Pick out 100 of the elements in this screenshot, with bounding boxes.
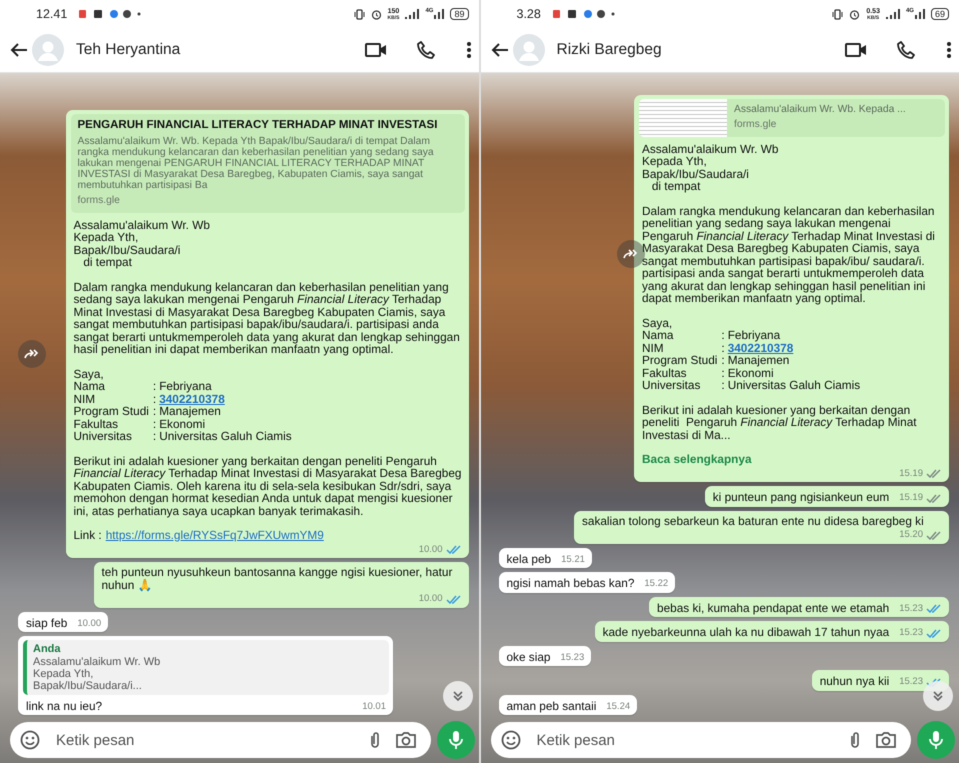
status-time: 3.28	[516, 7, 541, 21]
message-text: Assalamu'alaikum Wr. Wb Kepada Yth, Bapak/Ibu/Saudara/i di tempat	[642, 142, 780, 192]
field-value: Manajemen	[728, 354, 790, 366]
field-separator: :	[152, 392, 156, 405]
message-text: nuhun nya kii	[820, 675, 890, 688]
message-text: ngisi namah bebas kan?	[506, 577, 634, 590]
field-separator: :	[152, 430, 156, 442]
message-time: 10.01	[362, 700, 386, 713]
message-field[interactable]: Ketik pesan	[10, 722, 430, 758]
field-separator: :	[152, 418, 156, 430]
field-label: Fakultas	[74, 418, 120, 430]
microphone-button[interactable]	[917, 721, 955, 759]
alarm-icon	[370, 8, 382, 20]
more-options-icon[interactable]	[947, 42, 951, 58]
form-link[interactable]: https://forms.gle/RYSsFq7JwFXUwmYM9	[106, 528, 324, 542]
scroll-down-button[interactable]	[442, 681, 472, 711]
field-value: Ekonomi	[159, 418, 206, 430]
field-value: Febriyana	[728, 329, 780, 342]
field-label: Universitas	[74, 430, 133, 442]
field-label: NIM	[642, 342, 665, 354]
contact-name[interactable]: Rizki Baregbeg	[556, 41, 662, 59]
back-arrow-icon[interactable]	[490, 42, 508, 58]
battery-level: 69	[930, 8, 949, 20]
message-text: sakalian tolong sebarkeun ka baturan ente nu didesa baregbeg ki	[582, 514, 924, 527]
preview-domain: forms.gle	[78, 195, 121, 208]
emoji-icon[interactable]	[500, 730, 520, 750]
field-label: NIM	[74, 392, 96, 405]
message-text: Berikut ini adalah kuesioner yang berkaitan dengan peneliti Pengaruh Financial Literacy Terhadap Minat Investasi di Ma...	[642, 404, 918, 441]
phone-call-icon[interactable]	[897, 41, 915, 59]
field-separator: :	[721, 342, 725, 354]
emoji-icon[interactable]	[20, 730, 40, 750]
status-time: 12.41	[36, 7, 68, 21]
signal-icon	[434, 9, 444, 19]
microphone-icon	[929, 730, 943, 750]
field-separator: :	[152, 380, 156, 392]
field-separator: :	[721, 379, 725, 392]
message-time: 15.20	[899, 529, 923, 542]
message-text: Berikut ini adalah kuesioner yang berkaitan dengan peneliti Pengaruh Financial Literacy Terhadap Minat Investasi di Masyarakat Desa Baregbeg Kabupaten Ciamis. Oleh karena itu di sela-sela kesibukan Sdr/sdri, saya memohon dengan hormat kesedian Anda untuk dapat mengisi kuesioner ini, atas perhatianya saya ucapkan banyak terimakasih.	[74, 454, 462, 517]
camera-icon[interactable]	[394, 731, 416, 749]
message-text: teh punteun nyusuhkeun bantosanna kangge ngisi kuesioner, hatur nuhun 🙏	[102, 566, 454, 591]
message-text: Dalam rangka mendukung kelancaran dan keberhasilan penelitian yang sedang saya lakukan mengenai Pengaruh Financial Literacy Terhadap Minat Investasi di Masyarakat Desa Baregbeg Kabupaten Ciamis, saya sangat membutuhkan partisipasi bapak/ibu/saudara/i. partisipasi anda sangat berarti untukmemperoleh data yang akurat dan lengkap sehinggan hasil penelitian ini dapat memberikan manfaatn yang optimal.	[74, 280, 461, 356]
vibrate-icon	[354, 8, 365, 20]
message-input[interactable]: Ketik pesan	[534, 730, 835, 750]
forward-button[interactable]	[18, 340, 46, 368]
attach-icon[interactable]	[849, 731, 861, 749]
signal-icon	[914, 9, 925, 19]
message-text: Assalamu'alaikum Wr. Wb Kepada Yth, Bapak/Ibu/Saudara/i di tempat	[74, 218, 211, 268]
field-separator: :	[721, 354, 725, 366]
message-time: 15.23	[899, 602, 923, 615]
field-separator: :	[721, 329, 725, 342]
message-time: 10.00	[418, 593, 442, 606]
attach-icon[interactable]	[368, 731, 380, 749]
message-text: oke siap	[506, 650, 550, 663]
forward-icon	[622, 249, 638, 259]
field-value: Universitas Galuh Ciamis	[728, 379, 860, 392]
message-time: 15.23	[560, 652, 584, 664]
field-separator: :	[721, 366, 725, 379]
signal-icon	[886, 9, 900, 19]
more-options-icon[interactable]	[466, 42, 470, 58]
video-call-icon[interactable]	[364, 43, 386, 57]
video-call-icon[interactable]	[845, 43, 867, 57]
message-time: 15.19	[899, 492, 923, 504]
message-text: siap feb	[26, 616, 68, 629]
chevron-down-icon	[452, 690, 464, 702]
vibrate-icon	[832, 8, 844, 20]
message-time: 15.23	[899, 676, 923, 688]
phone-call-icon[interactable]	[416, 41, 434, 59]
microphone-button[interactable]	[436, 721, 474, 759]
field-value: Universitas Galuh Ciamis	[159, 430, 292, 442]
message-text: aman peb santaii	[506, 700, 596, 712]
message-time: 15.22	[644, 578, 668, 590]
link-preview[interactable]: Assalamu'alaikum Wr. Wb. Kepada ... forms.gle	[639, 99, 945, 136]
field-label: Universitas	[642, 379, 702, 392]
notification-icons-drawing	[552, 9, 615, 19]
forward-icon	[24, 348, 40, 358]
field-value: Manajemen	[159, 405, 221, 418]
message-text: Saya,	[74, 368, 105, 380]
read-more-link[interactable]: Baca selengkapnya	[642, 452, 752, 466]
preview-description: Assalamu'alaikum Wr. Wb. Kepada ...	[734, 104, 906, 115]
notification-icons-drawing	[79, 9, 142, 19]
message-text: ki punteun pang ngisiankeun eum	[712, 491, 890, 504]
microphone-icon	[448, 730, 462, 750]
field-label: Program Studi	[642, 354, 718, 366]
back-arrow-icon[interactable]	[10, 42, 28, 58]
quoted-message[interactable]: Anda Assalamu'alaikum Wr. Wb Kepada Yth, Bapak/Ibu/Saudara/i...	[23, 640, 389, 694]
quote-text: Assalamu'alaikum Wr. Wb Kepada Yth, Bapak/Ibu/Saudara/i...	[33, 656, 162, 692]
number-link[interactable]: 3402210378	[159, 392, 225, 405]
scroll-down-button[interactable]	[923, 681, 953, 711]
message-time: 10.00	[418, 544, 442, 556]
field-value: Febriyana	[159, 380, 212, 392]
alarm-icon	[849, 8, 860, 20]
preview-title: PENGARUH FINANCIAL LITERACY TERHADAP MINAT INVESTASI	[78, 118, 438, 131]
number-link[interactable]: 3402210378	[728, 342, 794, 354]
message-time: 15.24	[606, 700, 630, 713]
camera-icon[interactable]	[875, 731, 897, 749]
battery-level: 89	[450, 8, 468, 20]
preview-domain: forms.gle	[734, 119, 778, 132]
message-field[interactable]: Ketik pesan	[490, 722, 911, 758]
message-input[interactable]: Ketik pesan	[54, 730, 354, 750]
contact-name[interactable]: Teh Heryantina	[76, 41, 180, 59]
